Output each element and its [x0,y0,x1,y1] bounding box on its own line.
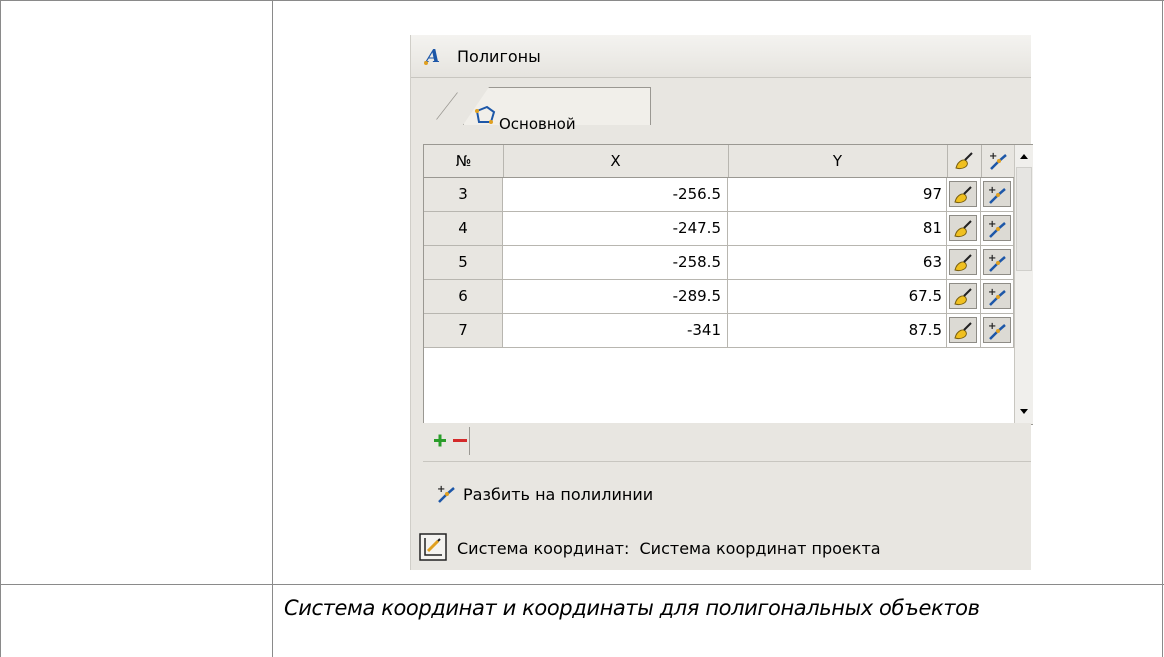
polygon-icon [473,105,497,125]
fill-cell [947,178,981,211]
split-polyline-icon[interactable]: + [983,215,1011,241]
split-polyline-icon: + [989,151,1007,170]
table-row[interactable]: 5 -258.5 63 + [424,246,1014,280]
coord-system-value: Система координат проекта [639,539,881,558]
table-border-right [1162,0,1163,657]
row-number-cell[interactable]: 3 [424,178,503,211]
svg-text:+: + [988,321,996,332]
fill-brush-icon[interactable] [949,181,977,207]
column-header-fill [947,145,982,177]
split-cell: + [981,178,1014,211]
fill-brush-icon[interactable] [949,249,977,275]
fill-brush-icon[interactable] [949,283,977,309]
split-polyline-icon[interactable]: + [983,283,1011,309]
grid-scrollbar[interactable] [1014,145,1033,424]
fill-brush-icon[interactable] [949,215,977,241]
section-separator [423,461,1031,462]
row-number-cell[interactable]: 6 [424,280,503,313]
fill-brush-icon[interactable] [949,317,977,343]
row-number-cell[interactable]: 7 [424,314,503,347]
panel-header: A Полигоны [411,35,1031,78]
coord-system-label: Система координат: [457,539,630,558]
svg-text:+: + [989,151,997,162]
table-border-left [0,0,1,657]
svg-text:+: + [988,219,996,230]
fill-cell [947,280,981,313]
svg-text:+: + [988,287,996,298]
add-row-button[interactable] [429,429,451,453]
split-polyline-icon: + [435,483,457,505]
fill-brush-icon [955,152,973,169]
column-header-y[interactable]: Y [728,145,948,177]
coordinate-system-icon[interactable] [419,533,447,561]
scroll-thumb[interactable] [1016,167,1032,271]
row-number-cell[interactable]: 4 [424,212,503,245]
tab-slant [436,92,458,120]
y-cell[interactable]: 81 [728,212,947,245]
tab-main-label: Основной [499,115,576,133]
fill-cell [947,212,981,245]
y-cell[interactable]: 97 [728,178,947,211]
split-polyline-icon[interactable]: + [983,181,1011,207]
y-cell[interactable]: 87.5 [728,314,947,347]
x-cell[interactable]: -258.5 [503,246,728,279]
split-cell: + [981,314,1014,347]
table-row-divider [0,584,1164,585]
split-polyline-icon[interactable]: + [983,249,1011,275]
table-column-divider [272,0,273,657]
figure-caption: Система координат и координаты для полиг… [284,596,980,620]
table-row[interactable]: 7 -341 87.5 + [424,314,1014,348]
table-row[interactable]: 4 -247.5 81 + [424,212,1014,246]
split-cell: + [981,212,1014,245]
row-number-cell[interactable]: 5 [424,246,503,279]
x-cell[interactable]: -256.5 [503,178,728,211]
scroll-down-arrow[interactable] [1015,401,1033,423]
grid-toolbar [423,423,1031,459]
coordinates-grid: № X Y + 3 -256.5 97 +4 -247.5 81 +5 -258.5 63 +6-… [423,144,1033,425]
split-label: Разбить на полилинии [463,485,654,504]
polygon-a-icon: A [423,45,443,67]
split-cell: + [981,246,1014,279]
y-cell[interactable]: 67.5 [728,280,947,313]
svg-text:+: + [988,253,996,264]
column-header-split: + [981,145,1015,177]
polygons-panel: A Полигоны Основной № X Y + 3 -256.5 97 … [410,35,1033,570]
fill-cell [947,246,981,279]
x-cell[interactable]: -247.5 [503,212,728,245]
toolbar-separator [469,427,470,455]
split-polyline-icon[interactable]: + [983,317,1011,343]
svg-text:+: + [437,484,445,495]
x-cell[interactable]: -341 [503,314,728,347]
svg-text:+: + [988,185,996,196]
scroll-up-arrow[interactable] [1015,145,1033,167]
table-border-top [0,0,1164,1]
remove-row-button[interactable] [449,429,471,453]
panel-title: Полигоны [457,47,541,66]
fill-cell [947,314,981,347]
y-cell[interactable]: 63 [728,246,947,279]
column-header-number[interactable]: № [424,145,504,177]
table-row[interactable]: 3 -256.5 97 + [424,178,1014,212]
split-cell: + [981,280,1014,313]
column-header-x[interactable]: X [503,145,729,177]
table-row[interactable]: 6 -289.5 67.5 + [424,280,1014,314]
x-cell[interactable]: -289.5 [503,280,728,313]
grid-header: № X Y + [424,145,1015,178]
